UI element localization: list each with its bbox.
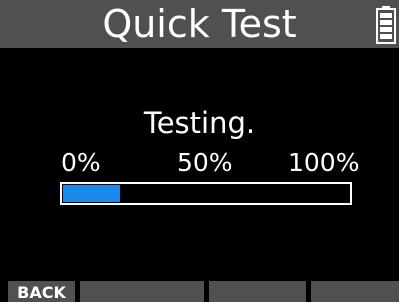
- scale-label-100: 100%: [288, 148, 360, 177]
- screen-title: Quick Test: [102, 2, 297, 46]
- battery-full-icon: [376, 6, 396, 44]
- softkey-2[interactable]: [80, 281, 204, 302]
- progress-fill: [63, 185, 120, 202]
- softkey-bar: BACK: [0, 281, 399, 302]
- softkey-4[interactable]: [311, 281, 399, 302]
- softkey-3[interactable]: [209, 281, 306, 302]
- device-screen: Quick Test Testing. 0% 50% 100% BACK: [0, 0, 399, 302]
- title-bar: Quick Test: [0, 0, 399, 48]
- scale-label-0: 0%: [61, 148, 101, 177]
- back-button[interactable]: BACK: [8, 281, 75, 302]
- scale-label-50: 50%: [177, 148, 233, 177]
- progress-bar: [60, 182, 352, 205]
- test-status-text: Testing.: [143, 106, 256, 140]
